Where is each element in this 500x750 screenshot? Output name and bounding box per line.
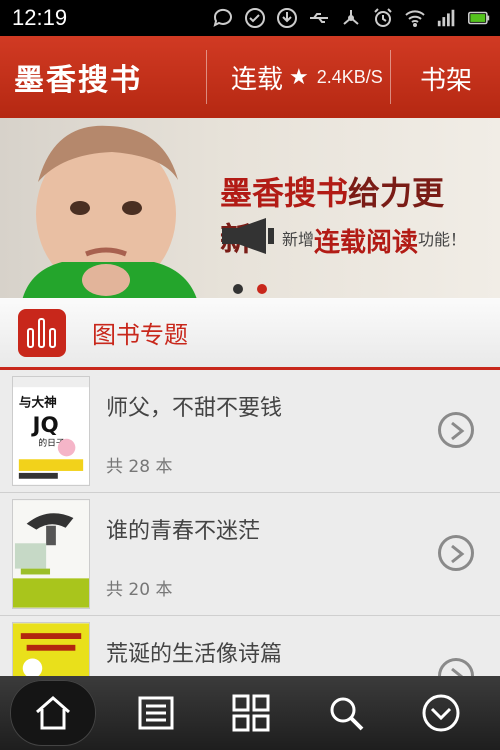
check-icon — [244, 7, 266, 29]
nav-bookshelf-button[interactable]: 书架 — [420, 60, 472, 97]
svg-text:JQ: JQ — [30, 413, 58, 438]
book-topic-count: 共 20 本 — [106, 580, 173, 600]
app-header: 墨香搜书 连载 ★ 2.4KB/S 书架 — [0, 36, 500, 118]
nav-serial-button[interactable]: 连载 — [231, 59, 283, 96]
share-icon — [340, 7, 362, 29]
book-topic-title: 师父，不甜不要钱 — [106, 396, 283, 421]
banner-title-brand: 墨香搜书 — [220, 174, 349, 212]
banner-dot[interactable] — [233, 284, 243, 294]
child-photo — [22, 125, 197, 298]
app-logo: 墨香搜书 — [14, 63, 142, 98]
star-icon: ★ — [289, 64, 309, 90]
banner-sub-highlight: 连载阅读 — [314, 228, 419, 258]
nav-grid-tab[interactable] — [216, 683, 286, 743]
nav-list-tab[interactable] — [121, 683, 191, 743]
nav-home-tab[interactable] — [10, 680, 96, 746]
app-screen: 12:19 墨香搜书 连载 ★ 2.4KB/S 书架 墨香搜书给力更 新增连载阅… — [0, 0, 500, 750]
list-item[interactable]: 谁的青春不迷茫 共 20 本 — [0, 493, 500, 616]
book-cover-image: 与大神 JQ 的日子 — [12, 376, 90, 486]
download-icon — [276, 7, 298, 29]
banner-sub-prefix: 新增 — [282, 230, 315, 249]
section-header: 图书专题 — [0, 298, 500, 370]
book-cover-image — [12, 622, 90, 676]
list-item[interactable]: 与大神 JQ 的日子 师父，不甜不要钱 共 28 本 — [0, 370, 500, 493]
search-icon — [330, 697, 364, 731]
banner-subtitle: 新增连载阅读功能！ — [282, 222, 466, 259]
nav-more-tab[interactable] — [406, 683, 476, 743]
signal-icon — [436, 7, 458, 29]
book-topic-list: 与大神 JQ 的日子 师父，不甜不要钱 共 28 本 谁的青春不迷茫 共 20 … — [0, 370, 500, 676]
list-icon — [138, 696, 174, 730]
alarm-icon — [372, 7, 394, 29]
header-divider — [206, 50, 207, 104]
header-divider — [390, 50, 391, 104]
banner-pagination — [233, 284, 267, 294]
book-topic-count: 共 28 本 — [106, 457, 173, 477]
chat-icon — [212, 7, 234, 29]
nav-search-tab[interactable] — [311, 683, 381, 743]
list-item[interactable]: 荒诞的生活像诗篇 — [0, 616, 500, 676]
section-title: 图书专题 — [92, 321, 188, 349]
chart-bars-icon — [18, 308, 66, 357]
book-topic-title: 谁的青春不迷茫 — [106, 519, 261, 544]
status-icons — [212, 7, 490, 29]
network-speed: 2.4KB/S — [316, 66, 383, 87]
banner-sub-suffix: 功能！ — [418, 230, 467, 249]
svg-text:与大神: 与大神 — [19, 395, 57, 410]
chevron-right-icon[interactable] — [438, 535, 474, 571]
promo-banner[interactable]: 墨香搜书给力更新！ 新增连载阅读功能！ — [0, 118, 500, 298]
wifi-icon — [404, 7, 426, 29]
book-topic-title: 荒诞的生活像诗篇 — [106, 642, 283, 667]
megaphone-icon — [222, 218, 274, 254]
status-time: 12:19 — [12, 5, 68, 30]
battery-icon — [468, 7, 490, 29]
grid-icon — [232, 694, 270, 732]
book-cover-image — [12, 499, 90, 609]
banner-dot-active[interactable] — [257, 284, 267, 294]
chevron-down-circle-icon — [422, 694, 460, 732]
chevron-right-icon[interactable] — [438, 412, 474, 448]
usb-icon — [308, 7, 330, 29]
status-bar: 12:19 — [0, 0, 500, 36]
bottom-nav — [0, 676, 500, 750]
chevron-right-icon[interactable] — [438, 658, 474, 676]
home-icon — [36, 696, 70, 730]
